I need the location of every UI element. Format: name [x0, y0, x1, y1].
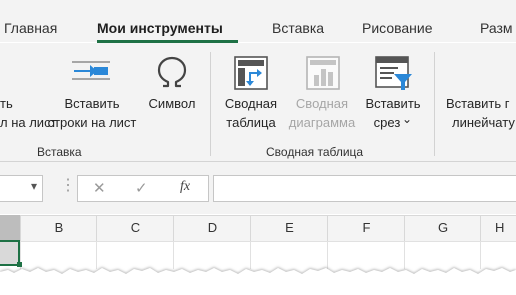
column-header[interactable]: D — [173, 215, 251, 241]
column-header[interactable]: G — [404, 215, 481, 241]
column-a-header-selected[interactable] — [0, 215, 20, 242]
enter-icon[interactable]: ✓ — [135, 179, 148, 197]
formula-buttons: ✕ ✓ fx — [77, 175, 209, 202]
insert-rows-label-1[interactable]: Вставить — [61, 94, 123, 113]
omega-icon[interactable] — [153, 55, 191, 91]
group-label-pivot: Сводная таблица — [266, 145, 364, 159]
column-header[interactable]: F — [327, 215, 405, 241]
pivot-chart-icon — [305, 55, 341, 91]
tab-draw[interactable]: Рисование — [362, 19, 433, 37]
insert-lined-label-2[interactable]: линейчату — [452, 113, 515, 132]
pivot-chart-label-1: Сводная — [295, 96, 349, 111]
slicer-icon[interactable] — [374, 55, 414, 93]
slicer-label-1[interactable]: Вставить — [360, 94, 426, 113]
column-header[interactable]: C — [96, 215, 174, 241]
formula-bar-grip-icon[interactable]: ⋮ — [60, 178, 76, 194]
fx-icon[interactable]: fx — [180, 179, 190, 195]
ribbon-separator — [210, 52, 211, 156]
group-label-insert: Вставка — [37, 145, 82, 159]
pivot-table-icon[interactable] — [233, 55, 269, 91]
cut-command-label-1[interactable]: ть — [0, 94, 13, 113]
ribbon-tab-bar: Главная Мои инструменты Вставка Рисовани… — [0, 0, 516, 43]
insert-rows-label-2[interactable]: строки на лист — [44, 113, 140, 132]
tab-my-tools[interactable]: Мои инструменты — [97, 19, 223, 37]
formula-input[interactable] — [213, 175, 516, 202]
cancel-icon[interactable]: ✕ — [93, 179, 106, 197]
pivot-table-label-2[interactable]: таблица — [220, 113, 282, 132]
pivot-chart-label-2: диаграмма — [288, 115, 356, 130]
column-header[interactable]: B — [20, 215, 97, 241]
name-box-dropdown-icon[interactable]: ▾ — [31, 179, 37, 193]
symbol-label[interactable]: Символ — [144, 94, 200, 113]
column-header[interactable]: H — [480, 215, 516, 241]
column-header[interactable]: E — [250, 215, 328, 241]
slicer-label-2[interactable]: срез — [373, 113, 401, 132]
tab-page-layout[interactable]: Разм — [480, 19, 513, 37]
ribbon-separator — [434, 52, 435, 156]
torn-edge — [0, 262, 516, 290]
insert-rows-icon[interactable] — [70, 54, 112, 88]
chevron-down-icon[interactable]: ⌄ — [400, 110, 414, 129]
insert-lined-label-1[interactable]: Вставить г — [446, 94, 509, 113]
tab-home[interactable]: Главная — [4, 19, 57, 37]
pivot-table-label-1[interactable]: Сводная — [220, 94, 282, 113]
tab-insert[interactable]: Вставка — [272, 19, 324, 37]
name-box[interactable]: ▾ — [0, 175, 43, 202]
